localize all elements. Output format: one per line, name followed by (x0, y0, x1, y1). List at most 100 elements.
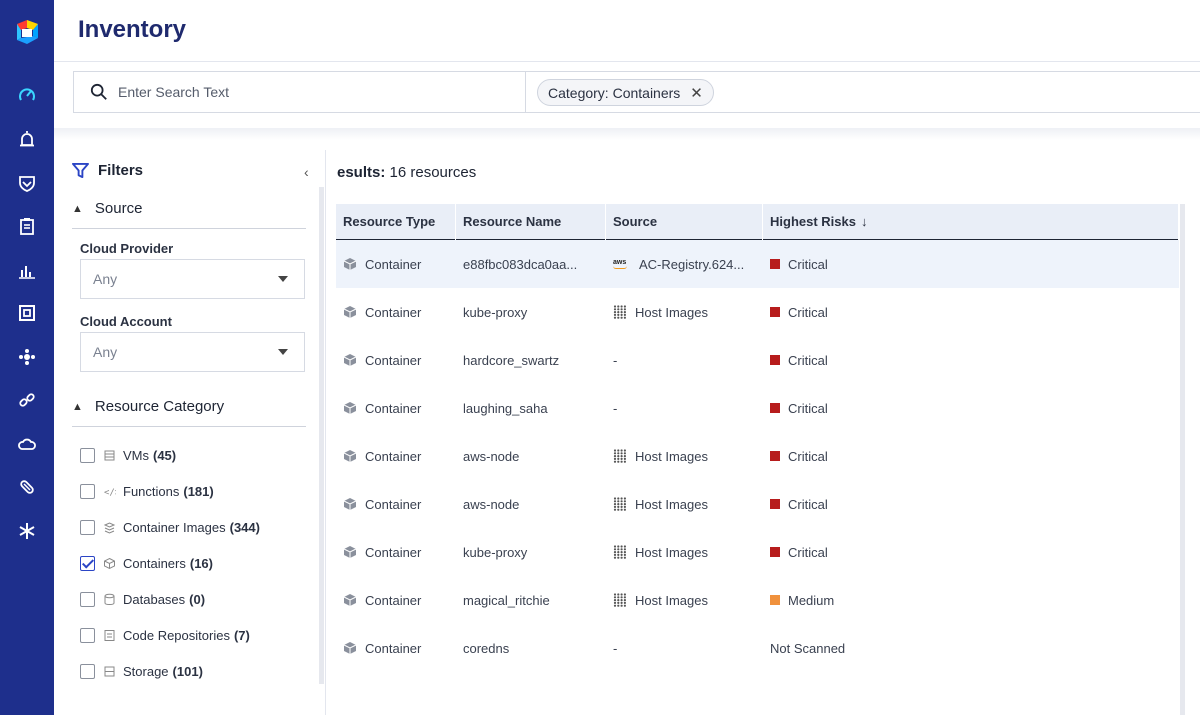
table-header: Resource Type Resource Name Source Highe… (336, 204, 1179, 240)
resource-type-cell: Container (336, 449, 456, 464)
resource-name-cell[interactable]: coredns (456, 641, 606, 656)
close-icon[interactable]: ✕ (690, 84, 703, 102)
resource-name-cell[interactable]: kube-proxy (456, 305, 606, 320)
resource-name-text: hardcore_swartz (463, 352, 560, 368)
app-logo[interactable] (11, 16, 43, 48)
host-images-icon (613, 449, 627, 463)
risk-text: Critical (788, 448, 828, 464)
filter-chip-label: Category: Containers (548, 84, 681, 101)
column-header-resource-type[interactable]: Resource Type (336, 204, 456, 240)
source-cell: Host Images (606, 305, 763, 320)
nav-asterisk-icon[interactable] (15, 519, 39, 543)
category-checkbox[interactable] (80, 591, 95, 607)
table-row[interactable]: Container aws-node Host Images Critical (336, 432, 1179, 480)
resource-type-cell: Container (336, 593, 456, 608)
category-count: (344) (229, 519, 260, 535)
column-header-source[interactable]: Source (606, 204, 763, 240)
source-text: - (613, 640, 618, 656)
column-header-highest-risks[interactable]: Highest Risks ↓ (763, 204, 1179, 240)
category-checkbox[interactable] (80, 555, 95, 571)
highest-risk-cell: Critical (763, 353, 1179, 368)
highest-risk-cell: Critical (763, 257, 1179, 272)
category-item-container-images[interactable]: Container Images (344) (80, 517, 260, 537)
host-images-icon (613, 305, 627, 319)
nav-pills-icon[interactable] (15, 475, 39, 499)
category-checkbox[interactable] (80, 483, 95, 499)
resource-category-section-toggle[interactable]: ▲ Resource Category (72, 398, 224, 415)
risk-text: Not Scanned (770, 640, 846, 656)
svg-text:</>: </> (104, 488, 116, 498)
risk-indicator-icon (770, 307, 780, 317)
nav-dashboard-icon[interactable] (15, 83, 39, 107)
database-icon (103, 593, 116, 606)
collapse-filters-button[interactable]: ‹ (304, 164, 309, 180)
chevron-down-icon (278, 349, 288, 355)
resource-name-cell[interactable]: hardcore_swartz (456, 353, 606, 368)
risk-text: Medium (788, 592, 835, 608)
resource-name-text: e88fbc083dca0aa... (463, 256, 578, 272)
category-checkbox[interactable] (80, 519, 95, 535)
source-text: Host Images (635, 448, 708, 464)
cloud-provider-select[interactable]: Any (80, 259, 305, 299)
category-item-code-repositories[interactable]: Code Repositories (7) (80, 625, 250, 645)
resource-name-text: coredns (463, 640, 510, 656)
cloud-provider-value: Any (93, 271, 118, 287)
category-label: Functions (123, 483, 180, 499)
table-row[interactable]: Container coredns - Not Scanned (336, 624, 1179, 672)
column-header-resource-name[interactable]: Resource Name (456, 204, 606, 240)
nav-bar-chart-icon[interactable] (15, 258, 39, 282)
table-row[interactable]: Container kube-proxy Host Images Critical (336, 288, 1179, 336)
resource-name-cell[interactable]: aws-node (456, 449, 606, 464)
resource-name-cell[interactable]: laughing_saha (456, 401, 606, 416)
highest-risk-cell: Critical (763, 545, 1179, 560)
category-count: (16) (189, 555, 213, 571)
category-checkbox[interactable] (80, 663, 95, 679)
highest-risk-cell: Critical (763, 449, 1179, 464)
table-row[interactable]: Container laughing_saha - Critical (336, 384, 1179, 432)
source-text: AC-Registry.624... (639, 256, 745, 272)
highest-risk-cell: Not Scanned (763, 641, 1179, 656)
table-row[interactable]: Container e88fbc083dca0aa... aws AC-Registr… (336, 240, 1179, 288)
table-scrollbar[interactable] (1180, 204, 1185, 715)
table-row[interactable]: Container hardcore_swartz - Critical (336, 336, 1179, 384)
nav-puzzle-icon[interactable] (15, 345, 39, 369)
filter-chip-category: Category: Containers ✕ (537, 79, 714, 106)
nav-shield-icon[interactable] (15, 171, 39, 195)
category-item-containers[interactable]: Containers (16) (80, 553, 213, 573)
table-row[interactable]: Container aws-node Host Images Critical (336, 480, 1179, 528)
cloud-account-select[interactable]: Any (80, 332, 305, 372)
table-row[interactable]: Container kube-proxy Host Images Critical (336, 528, 1179, 576)
section-divider (72, 426, 306, 427)
nav-clipboard-icon[interactable] (15, 214, 39, 238)
source-text: - (613, 352, 618, 368)
nav-cloud-icon[interactable] (15, 432, 39, 456)
category-item-storage[interactable]: Storage (101) (80, 661, 203, 681)
resource-name-cell[interactable]: aws-node (456, 497, 606, 512)
category-count: (101) (172, 663, 203, 679)
category-count: (0) (189, 591, 206, 607)
source-cell: Host Images (606, 449, 763, 464)
nav-frame-icon[interactable] (15, 301, 39, 325)
filters-scrollbar[interactable] (319, 187, 324, 684)
page-title: Inventory (78, 16, 187, 43)
table-row[interactable]: Container magical_ritchie Host Images Mediu… (336, 576, 1179, 624)
search-box[interactable] (74, 72, 526, 112)
resource-name-cell[interactable]: kube-proxy (456, 545, 606, 560)
container-icon (343, 641, 357, 655)
category-count: (181) (183, 483, 214, 499)
nav-link-icon[interactable] (15, 388, 39, 412)
nav-alarm-icon[interactable] (15, 127, 39, 151)
source-section-toggle[interactable]: ▲ Source (72, 200, 142, 217)
chevron-up-icon: ▲ (72, 202, 83, 215)
source-cell: - (606, 401, 763, 416)
filters-header: Filters (72, 162, 143, 179)
search-input[interactable] (118, 84, 498, 100)
resource-name-cell[interactable]: e88fbc083dca0aa... (456, 257, 606, 272)
category-checkbox[interactable] (80, 447, 95, 463)
resource-name-cell[interactable]: magical_ritchie (456, 593, 606, 608)
category-item-vms[interactable]: VMs (45) (80, 445, 176, 465)
category-item-functions[interactable]: </> Functions(181) (80, 481, 214, 501)
category-item-databases[interactable]: Databases (0) (80, 589, 205, 609)
chevron-down-icon (278, 276, 288, 282)
category-checkbox[interactable] (80, 627, 95, 643)
